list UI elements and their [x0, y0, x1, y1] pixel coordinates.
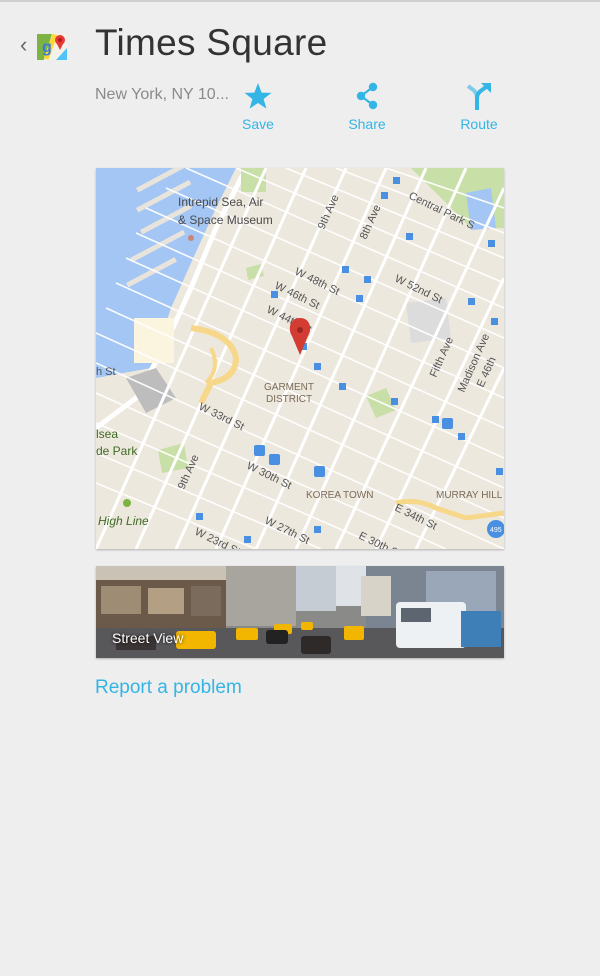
share-button[interactable]: Share: [327, 80, 407, 132]
place-address: New York, NY 10...: [95, 86, 229, 103]
map-label-h-st: h St: [96, 366, 116, 378]
map-label-korea-town: KOREA TOWN: [306, 490, 373, 501]
route-label: Route: [460, 116, 498, 132]
save-label: Save: [242, 116, 274, 132]
route-fork-icon: [466, 83, 491, 110]
map-label-murray-hill: MURRAY HILL: [436, 490, 503, 501]
map-preview[interactable]: Intrepid Sea, Air & Space Museum 9th Ave…: [96, 168, 504, 549]
street-view-label: Street View: [112, 630, 184, 646]
map-label-garment-1: GARMENT: [264, 382, 314, 393]
map-label-route-shield: 495: [490, 527, 502, 534]
save-button[interactable]: Save: [218, 80, 298, 132]
map-label-high-line: High Line: [98, 514, 149, 528]
share-label: Share: [348, 116, 386, 132]
status-divider: [0, 0, 600, 2]
maps-app-icon[interactable]: g: [34, 28, 70, 64]
map-label-de-park: de Park: [96, 444, 138, 458]
route-button[interactable]: Route: [439, 80, 519, 132]
map-label-isea: lsea: [96, 427, 118, 441]
map-canvas: Intrepid Sea, Air & Space Museum 9th Ave…: [96, 168, 504, 549]
star-icon: [244, 83, 272, 109]
share-icon: [356, 82, 378, 110]
map-label-intrepid-2: & Space Museum: [178, 213, 273, 227]
report-problem-link[interactable]: Report a problem: [95, 677, 242, 699]
place-title: Times Square: [95, 22, 328, 63]
back-chevron-icon[interactable]: ‹: [20, 31, 34, 59]
map-label-intrepid-1: Intrepid Sea, Air: [178, 195, 263, 209]
svg-text:g: g: [42, 39, 52, 56]
map-label-garment-2: DISTRICT: [266, 394, 312, 405]
street-view-thumbnail[interactable]: Street View: [96, 566, 504, 658]
